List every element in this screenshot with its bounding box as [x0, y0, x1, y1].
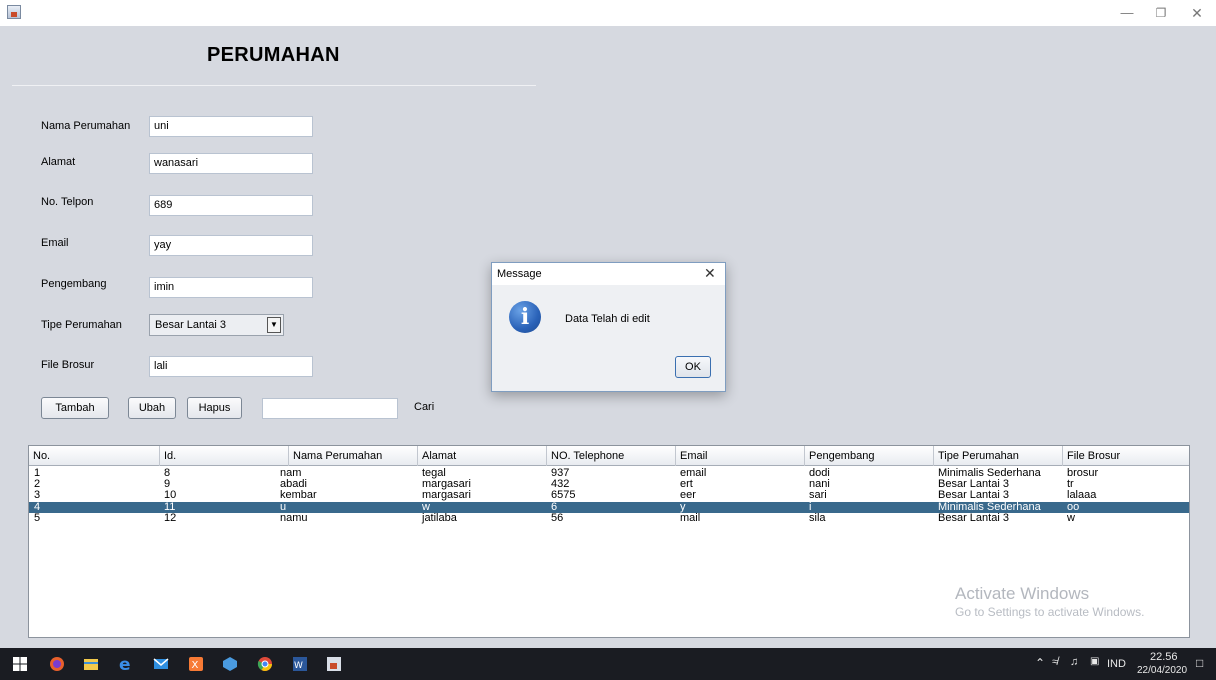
hapus-button[interactable]: Hapus [187, 397, 242, 419]
pengembang-field[interactable]: imin [149, 277, 313, 298]
table-cell: jatilaba [422, 512, 457, 524]
activate-windows-title: Activate Windows [955, 584, 1090, 603]
tambah-button[interactable]: Tambah [41, 397, 109, 419]
table-cell: eer [680, 489, 696, 501]
table-cell: Besar Lantai 3 [938, 489, 1009, 501]
table-row[interactable]: 3 10 kembar margasari 6575 eer sari Besa… [29, 489, 1189, 501]
column-header[interactable]: Email [676, 446, 805, 466]
dialog-titlebar: Message ✕ [492, 263, 725, 285]
language-indicator[interactable]: IND [1107, 658, 1126, 670]
table-row[interactable]: 2 9 abadi margasari 432 ert nani Besar L… [29, 478, 1189, 490]
label-tipe-perumahan: Tipe Perumahan [41, 319, 122, 331]
svg-text:X: X [192, 660, 199, 671]
message-dialog: Message ✕ i Data Telah di edit OK [491, 262, 726, 392]
table-cell: namu [280, 512, 308, 524]
activate-windows-subtitle: Go to Settings to activate Windows. [955, 605, 1145, 619]
edge-icon[interactable]: e [118, 656, 134, 672]
label-alamat: Alamat [41, 156, 76, 168]
label-no-telpon: No. Telpon [41, 196, 94, 208]
ubah-button[interactable]: Ubah [128, 397, 176, 419]
java-app-taskbar-icon[interactable] [326, 656, 342, 672]
table-header: No. Id. Nama Perumahan Alamat NO. Teleph… [29, 446, 1189, 466]
table-row[interactable]: 1 8 nam tegal 937 email dodi Minimalis S… [29, 467, 1189, 479]
table-cell: 6575 [551, 489, 576, 501]
table-cell: sari [809, 489, 827, 501]
search-label: Cari [414, 401, 435, 413]
file-brosur-field[interactable]: lali [149, 356, 313, 377]
email-field[interactable]: yay [149, 235, 313, 256]
column-header[interactable]: Nama Perumahan [289, 446, 418, 466]
table-cell: 3 [34, 489, 41, 501]
table-cell: Besar Lantai 3 [938, 512, 1009, 524]
tipe-perumahan-selected: Besar Lantai 3 [155, 319, 226, 331]
table-cell: sila [809, 512, 826, 524]
java-app-icon [7, 5, 21, 19]
alamat-field[interactable]: wanasari [149, 153, 313, 174]
battery-icon[interactable]: ▣ [1090, 656, 1099, 667]
network-icon[interactable]: ≉ [1052, 656, 1058, 668]
info-icon: i [509, 301, 541, 333]
minimize-icon[interactable]: — [1112, 4, 1142, 22]
nama-perumahan-field[interactable]: uni [149, 116, 313, 137]
table-cell: w [1067, 512, 1075, 524]
firefox-icon[interactable] [49, 656, 65, 672]
notification-icon[interactable]: □ [1196, 656, 1203, 670]
table-cell: 5 [34, 512, 41, 524]
windows-taskbar: e X W ⌃ ≉ ♫ ▣ IND 22.56 22/04/2020 □ [0, 648, 1216, 680]
file-explorer-icon[interactable] [83, 656, 99, 672]
table-cell: 10 [164, 489, 177, 501]
column-header[interactable]: Tipe Perumahan [934, 446, 1063, 466]
volume-icon[interactable]: ♫ [1070, 656, 1078, 668]
table-cell: mail [680, 512, 701, 524]
svg-text:e: e [119, 656, 131, 672]
column-header[interactable]: Pengembang [805, 446, 934, 466]
page-title: PERUMAHAN [207, 44, 340, 66]
table-cell: 12 [164, 512, 177, 524]
svg-text:W: W [294, 661, 303, 671]
label-email: Email [41, 237, 69, 249]
table-cell: 56 [551, 512, 564, 524]
window-titlebar: — ❐ ✕ [0, 0, 1216, 26]
column-header[interactable]: NO. Telephone [547, 446, 676, 466]
clock-time[interactable]: 22.56 [1150, 651, 1178, 663]
table-row[interactable]: 5 12 namu jatilaba 56 mail sila Besar La… [29, 512, 1189, 524]
title-divider [12, 85, 536, 86]
close-icon[interactable]: ✕ [1182, 4, 1212, 22]
maximize-icon[interactable]: ❐ [1146, 4, 1176, 22]
column-header[interactable]: No. [29, 446, 160, 466]
column-header[interactable]: Id. [160, 446, 289, 466]
label-nama-perumahan: Nama Perumahan [41, 120, 131, 132]
column-header[interactable]: Alamat [418, 446, 547, 466]
column-header[interactable]: File Brosur [1063, 446, 1189, 466]
show-hidden-icons-icon[interactable]: ⌃ [1035, 656, 1045, 670]
windows-start-icon[interactable] [12, 656, 28, 672]
table-cell: margasari [422, 489, 471, 501]
ok-button[interactable]: OK [675, 356, 711, 378]
dialog-message: Data Telah di edit [565, 313, 650, 325]
search-input[interactable] [262, 398, 398, 419]
table-cell: lalaaa [1067, 489, 1097, 501]
table-row-selected[interactable]: 4 11 u w 6 y i Minimalis Sederhana oo [29, 501, 1189, 513]
table-cell: kembar [280, 489, 317, 501]
dialog-close-icon[interactable]: ✕ [704, 265, 716, 282]
mail-icon[interactable] [153, 656, 169, 672]
dropdown-arrow-icon[interactable]: ▼ [267, 317, 281, 333]
clock-date[interactable]: 22/04/2020 [1137, 665, 1187, 676]
xampp-icon[interactable]: X [188, 656, 204, 672]
virtualbox-icon[interactable] [222, 656, 238, 672]
dialog-title: Message [497, 268, 542, 280]
chrome-icon[interactable] [257, 656, 273, 672]
label-pengembang: Pengembang [41, 278, 107, 290]
word-icon[interactable]: W [292, 656, 308, 672]
no-telpon-field[interactable]: 689 [149, 195, 313, 216]
label-file-brosur: File Brosur [41, 359, 95, 371]
tipe-perumahan-select[interactable]: Besar Lantai 3 ▼ [149, 314, 284, 336]
